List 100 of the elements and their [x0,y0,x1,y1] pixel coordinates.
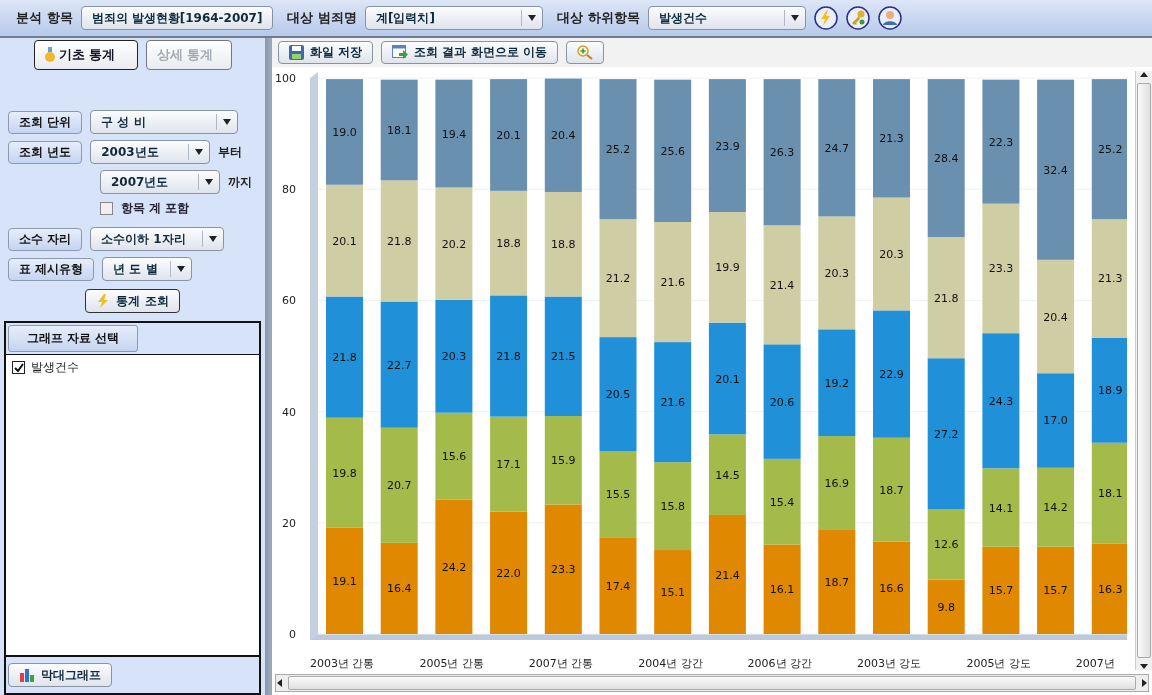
checkbox[interactable] [12,361,25,374]
data-label: 9.8 [937,600,955,614]
data-label: 21.2 [605,272,631,286]
data-label: 20.3 [879,247,904,261]
data-label: 21.8 [933,291,959,305]
data-label: 18.8 [496,237,521,251]
data-label: 15.6 [441,450,467,464]
data-label: 19.9 [715,261,740,275]
x-tick-label: 2004년 강간 [638,657,703,670]
user-icon[interactable] [877,6,902,30]
x-tick-label: 2005년 간통 [419,657,484,670]
data-label: 15.7 [1043,584,1068,598]
medal-icon [44,47,55,63]
lightning-icon [96,294,111,308]
table-type-button[interactable]: 표 제시유형 [8,257,95,281]
data-label: 18.7 [879,483,904,497]
data-label: 24.7 [824,141,850,155]
graph-data-tab[interactable]: 그래프 자료 선택 [8,325,139,352]
data-label: 21.8 [496,350,521,363]
y-tick-label: 100 [275,72,296,85]
data-label: 21.8 [386,234,412,248]
bar-chart-icon [19,668,35,682]
data-label: 16.3 [1098,582,1123,596]
vertical-scrollbar[interactable] [1135,71,1152,670]
data-label: 18.7 [824,576,850,589]
data-label: 22.9 [879,368,904,382]
y-tick-label: 40 [282,405,296,419]
data-label: 15.7 [988,584,1014,598]
data-label: 32.4 [1043,163,1068,177]
data-label: 25.6 [660,144,685,158]
data-label: 18.8 [551,238,576,252]
data-label: 15.9 [551,454,576,468]
caret-icon [790,15,799,21]
data-label: 14.2 [1043,501,1068,515]
data-label: 17.1 [496,458,521,472]
caret-icon [223,119,232,125]
data-label: 20.3 [441,350,467,364]
data-label: 25.2 [1098,143,1123,157]
up-arrow-icon[interactable] [1140,71,1148,79]
decimal-button[interactable]: 소수 자리 [8,227,83,251]
dropdown[interactable]: 2007년도 [100,170,220,194]
data-label: 20.4 [1043,310,1068,324]
data-label: 15.1 [660,586,685,599]
data-label: 19.8 [332,466,357,480]
data-label: 23.3 [988,262,1014,276]
data-label: 20.1 [332,234,357,248]
data-label: 22.3 [988,135,1014,149]
field-label: 대상 범죄명 [287,9,357,27]
data-label: 19.0 [332,125,357,139]
field-label: 분석 항목 [16,9,73,27]
lightning-icon[interactable] [813,6,838,30]
unit-button[interactable]: 조회 단위 [8,110,83,134]
data-label: 20.3 [824,266,850,280]
save-button[interactable]: 화일 저장 [278,41,374,64]
y-tick-label: 80 [282,183,296,197]
data-label: 19.4 [441,127,467,141]
data-label: 24.2 [441,560,467,574]
caret-icon [205,179,213,185]
data-label: 16.9 [824,477,850,491]
data-label: 16.6 [879,581,904,595]
dropdown[interactable]: 계[입력치] [365,6,543,30]
checkbox-label: 발생건수 [31,359,79,376]
dropdown[interactable]: 2003년도 [90,140,211,164]
dropdown[interactable]: 구 성 비 [90,110,239,134]
data-label: 22.7 [386,358,412,372]
dropdown[interactable]: 년 도 별 [102,257,193,281]
from-label: 부터 [218,143,243,161]
data-label: 15.4 [769,495,795,509]
data-label: 21.6 [660,396,685,410]
dropdown[interactable]: 발생건수 [647,6,806,30]
y-tick-label: 60 [282,294,296,308]
key-icon[interactable] [845,6,870,30]
horizontal-scrollbar[interactable] [275,674,1149,692]
to-label: 까지 [228,173,252,191]
data-label: 20.5 [605,388,631,402]
bar-graph-button[interactable]: 막대그래프 [8,663,112,687]
caret-icon [209,236,218,242]
year-button[interactable]: 조회 년도 [8,140,83,164]
checkbox-label: 항목 계 포함 [121,200,190,217]
dropdown[interactable]: 소수이하 1자리 [90,227,225,251]
field-label: 대상 하위항목 [557,9,640,27]
down-arrow-icon[interactable] [1140,662,1148,670]
data-label: 22.0 [496,566,521,580]
data-label: 17.0 [1043,414,1068,428]
move-button[interactable]: 조회 결과 화면으로 이동 [381,41,558,64]
data-label: 18.1 [1098,487,1123,501]
data-label: 19.2 [824,376,850,390]
data-label: 14.5 [715,468,740,482]
left-arrow-icon[interactable] [276,679,284,687]
data-label: 21.8 [332,351,357,365]
data-label: 24.3 [988,394,1014,408]
zoom-button[interactable] [565,41,604,64]
checkbox[interactable] [100,202,113,215]
query-button[interactable]: 통계 조회 [85,289,180,313]
data-label: 28.4 [933,152,959,166]
analysis-button[interactable]: 범죄의 발생현황[1964-2007] [80,6,274,30]
y-tick-label: 0 [289,628,296,641]
right-arrow-icon[interactable] [1140,679,1148,687]
stats-tab[interactable]: 기초 통계 [33,40,138,70]
data-label: 21.4 [715,568,740,582]
